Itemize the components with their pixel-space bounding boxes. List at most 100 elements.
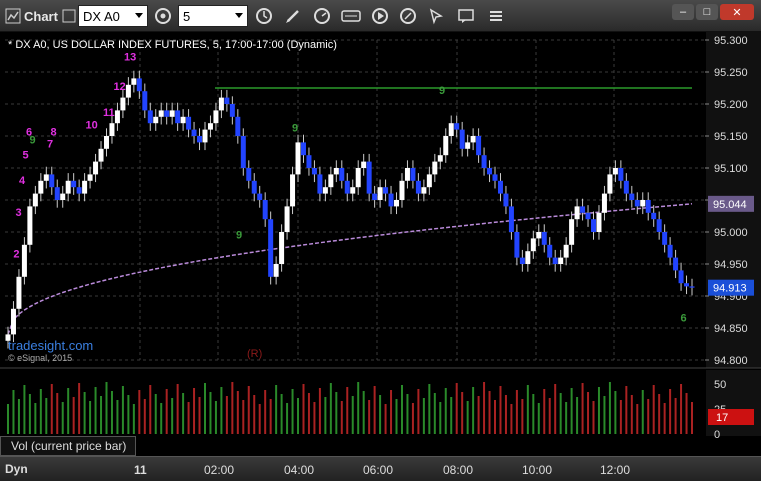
clock-icon[interactable] [253, 5, 275, 27]
cursor-tool-icon[interactable] [425, 5, 447, 27]
chart-toolbar: Chart DX A0 5 – □ ✕ [0, 0, 761, 32]
setup-count-label: 13 [124, 51, 136, 63]
menu-icon[interactable] [485, 5, 507, 27]
comment-icon[interactable] [455, 5, 477, 27]
price-chart[interactable]: 95.30095.25095.20095.15095.10095.05095.0… [0, 32, 761, 456]
setup-count-label: 5 [23, 149, 29, 161]
candle-body [596, 212, 602, 232]
candle-body [120, 97, 126, 111]
candle-body [290, 174, 296, 207]
candle-body [541, 232, 547, 245]
candle-body [662, 232, 668, 245]
candle-body [634, 200, 640, 207]
setup-count-label: 3 [16, 207, 22, 219]
candle-body [656, 219, 662, 232]
x-tick-label: 10:00 [522, 463, 553, 477]
candle-body [640, 200, 646, 207]
candle-body [607, 174, 613, 194]
candle-body [399, 180, 405, 200]
percent-icon[interactable] [397, 5, 419, 27]
candle-body [257, 193, 263, 200]
candle-body [147, 110, 153, 124]
candle-body [240, 136, 246, 168]
setup-count-label: 12 [114, 81, 126, 93]
speedometer-icon[interactable] [311, 5, 333, 27]
candle-body [279, 232, 285, 264]
link-toggle-icon[interactable] [58, 5, 80, 27]
chart-header: * DX A0, US DOLLAR INDEX FUTURES, 5, 17:… [8, 39, 337, 51]
candle-body [273, 264, 279, 277]
candle-body [497, 180, 503, 194]
symbol-field[interactable]: DX A0 [78, 5, 148, 27]
candle-body [459, 129, 465, 149]
candle-body [530, 238, 536, 252]
candle-body [54, 187, 60, 200]
candle-body [306, 155, 312, 168]
candle-body [207, 123, 213, 130]
x-tick-label: 11 [134, 463, 147, 477]
interval-field[interactable]: 5 [178, 5, 248, 27]
candle-body [131, 78, 137, 85]
candle-body [503, 193, 509, 207]
candle-body [125, 84, 131, 98]
candle-body [470, 136, 476, 143]
candle-body [311, 168, 317, 175]
candle-body [169, 110, 175, 117]
maximize-icon[interactable]: □ [696, 4, 718, 20]
candle-body [552, 257, 558, 264]
candle-body [213, 110, 219, 124]
setup-count-label: 4 [19, 175, 26, 187]
volume-tick-label: 0 [714, 429, 720, 441]
setup-count-label: 11 [103, 107, 115, 119]
pencil-draw-icon[interactable] [282, 5, 304, 27]
candle-body [175, 110, 181, 124]
rollover-marker: (R) [247, 348, 262, 360]
setup-count-label: 6 [681, 313, 687, 325]
close-icon[interactable]: ✕ [720, 4, 754, 20]
candle-body [202, 129, 208, 143]
candle-body [454, 123, 460, 130]
candle-body [465, 142, 471, 149]
candle-body [246, 168, 252, 181]
minimize-icon[interactable]: – [672, 4, 694, 20]
interval-settings-icon[interactable] [152, 5, 174, 27]
candle-body [16, 276, 22, 309]
candle-body [268, 219, 274, 277]
candle-body [508, 206, 514, 232]
y-tick-label: 95.100 [714, 163, 748, 175]
candle-body [197, 136, 203, 143]
candle-body [114, 110, 120, 124]
candle-body [262, 200, 268, 220]
play-icon[interactable] [369, 5, 391, 27]
app-label: Chart [24, 8, 58, 24]
study-icon[interactable] [340, 5, 362, 27]
candle-body [251, 180, 257, 194]
candle-body [180, 116, 186, 124]
candle-body [49, 174, 55, 188]
candle-body [689, 286, 695, 288]
dynamic-label: Dyn [5, 462, 28, 476]
candle-body [235, 116, 241, 136]
candle-body [519, 257, 525, 264]
candle-body [612, 168, 618, 175]
y-tick-label: 95.200 [714, 99, 748, 111]
candle-body [421, 187, 427, 194]
candle-body [21, 244, 27, 277]
candle-body [164, 110, 170, 117]
volume-study-label[interactable]: Vol (current price bar) [0, 436, 136, 456]
candle-body [667, 244, 673, 258]
symbol-value: DX A0 [83, 8, 120, 24]
candle-body [580, 206, 586, 213]
candle-body [76, 187, 82, 194]
candle-body [10, 308, 16, 335]
candle-body [372, 193, 378, 200]
y-tick-label: 94.950 [714, 259, 748, 271]
candle-body [492, 174, 498, 181]
chart-window-icon[interactable] [2, 5, 24, 27]
candle-body [476, 136, 482, 156]
chevron-down-icon [235, 13, 243, 18]
candle-body [426, 174, 432, 188]
watermark: tradesight.com [8, 338, 93, 353]
candle-body [388, 193, 394, 207]
candle-body [229, 104, 235, 117]
